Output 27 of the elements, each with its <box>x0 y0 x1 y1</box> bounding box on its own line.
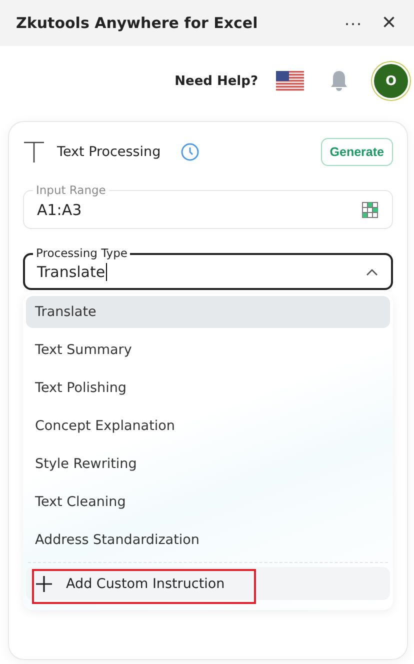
field-value: A1:A3 <box>37 200 82 218</box>
chevron-icon[interactable] <box>366 268 378 276</box>
grid-icon[interactable] <box>362 202 378 218</box>
menu-option[interactable]: Address Standardization <box>26 524 390 556</box>
generate-button[interactable]: Generate <box>320 138 393 166</box>
help-link[interactable]: Need Help? <box>174 74 258 88</box>
bell-icon[interactable] <box>330 70 348 92</box>
menu-option[interactable]: Text Polishing <box>26 372 390 404</box>
flag-icon[interactable] <box>276 71 304 91</box>
menu-option[interactable]: Concept Explanation <box>26 410 390 442</box>
user-avatar[interactable]: O <box>374 64 408 98</box>
field-label: Input Range <box>33 183 109 197</box>
text-icon <box>23 141 45 163</box>
field-value: Translate <box>37 262 106 280</box>
input-range-field[interactable]: Input Range A1:A3 <box>23 183 393 229</box>
menu-option[interactable]: Translate <box>26 296 390 328</box>
menu-option[interactable]: Text Cleaning <box>26 486 390 518</box>
plus-icon <box>36 576 52 592</box>
field-label: Processing Type <box>33 246 130 260</box>
close-button[interactable]: × <box>376 9 402 37</box>
processing-type-field[interactable]: Processing Type Translate <box>23 246 393 290</box>
window-title: Zkutools Anywhere for Excel <box>16 14 259 32</box>
card-title: Text Processing <box>57 144 161 160</box>
clock-icon[interactable] <box>180 143 199 161</box>
more-button[interactable]: ··· <box>338 12 368 34</box>
menu-option[interactable]: Text Summary <box>26 334 390 366</box>
menu-option[interactable]: Style Rewriting <box>26 448 390 480</box>
